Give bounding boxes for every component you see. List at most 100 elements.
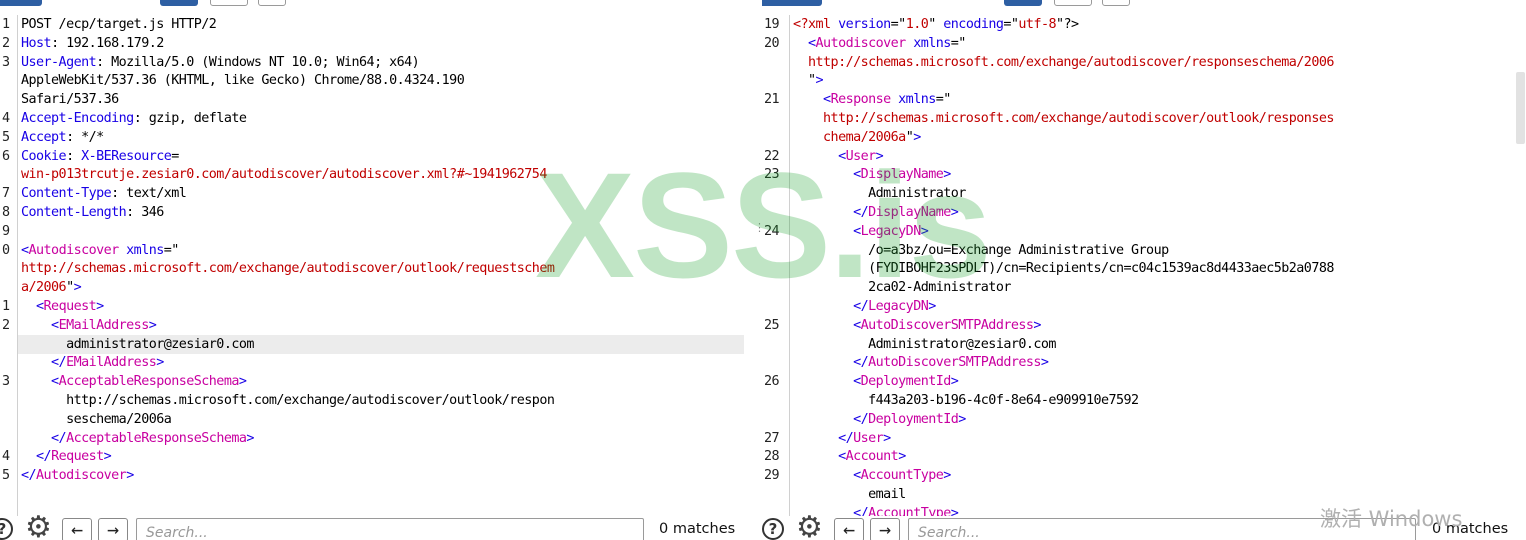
- code-text: 2ca02-Administrator: [793, 280, 1011, 296]
- code-line[interactable]: a/2006">: [0, 278, 744, 297]
- tab-pretty[interactable]: [0, 0, 42, 6]
- code-line[interactable]: (FYDIBOHF23SPDLT)/cn=Recipients/cn=c04c1…: [762, 259, 1526, 278]
- line-number: 5: [2, 468, 10, 484]
- code-line[interactable]: 4 Accept-Encoding: gzip, deflate: [0, 109, 744, 128]
- line-number: 2: [2, 317, 10, 333]
- code-line[interactable]: </EMailAddress>: [0, 353, 744, 372]
- code-text: administrator@zesiar0.com: [21, 336, 254, 352]
- line-number: 0: [2, 242, 10, 258]
- code-line[interactable]: 3 User-Agent: Mozilla/5.0 (Windows NT 10.…: [0, 53, 744, 72]
- code-line[interactable]: AppleWebKit/537.36 (KHTML, like Gecko) C…: [0, 71, 744, 90]
- code-line[interactable]: </AutoDiscoverSMTPAddress>: [762, 353, 1526, 372]
- code-text: <LegacyDN>: [793, 223, 929, 239]
- tab-hex[interactable]: [1054, 0, 1092, 6]
- code-line[interactable]: 19 <?xml version="1.0" encoding="utf-8"?>: [762, 15, 1526, 34]
- tab-raw[interactable]: [160, 0, 198, 6]
- code-line[interactable]: seschema/2006a: [0, 410, 744, 429]
- code-line[interactable]: 20 <Autodiscover xmlns=": [762, 34, 1526, 53]
- code-line[interactable]: 28 <Account>: [762, 447, 1526, 466]
- code-line[interactable]: 23 <DisplayName>: [762, 165, 1526, 184]
- request-search-input[interactable]: Search...: [136, 518, 644, 540]
- request-find-bar: ? ⚙ ← → Search... 0 matches: [0, 512, 744, 540]
- code-line[interactable]: 7 Content-Type: text/xml: [0, 184, 744, 203]
- code-line[interactable]: </LegacyDN>: [762, 297, 1526, 316]
- code-line[interactable]: http://schemas.microsoft.com/exchange/au…: [0, 259, 744, 278]
- line-number: 6: [2, 148, 10, 164]
- code-line[interactable]: 1 <Request>: [0, 297, 744, 316]
- code-line[interactable]: 0 <Autodiscover xmlns=": [0, 241, 744, 260]
- code-line[interactable]: </DeploymentId>: [762, 410, 1526, 429]
- code-text: </User>: [793, 430, 891, 446]
- code-line[interactable]: 1 POST /ecp/target.js HTTP/2: [0, 15, 744, 34]
- code-line[interactable]: chema/2006a">: [762, 128, 1526, 147]
- settings-icon[interactable]: ⚙: [25, 512, 52, 540]
- code-line[interactable]: http://schemas.microsoft.com/exchange/au…: [0, 391, 744, 410]
- code-line[interactable]: http://schemas.microsoft.com/exchange/au…: [762, 53, 1526, 72]
- request-match-count: 0 matches: [659, 521, 736, 537]
- code-text: Content-Length: 346: [21, 205, 164, 220]
- code-line[interactable]: 2 Host: 192.168.179.2: [0, 34, 744, 53]
- code-text: http://schemas.microsoft.com/exchange/au…: [793, 54, 1334, 70]
- request-editor[interactable]: 1 POST /ecp/target.js HTTP/2 2 Host: 192.16…: [0, 15, 744, 516]
- code-line[interactable]: 5 </Autodiscover>: [0, 466, 744, 485]
- code-line[interactable]: Safari/537.36: [0, 90, 744, 109]
- code-text: Accept: */*: [21, 129, 104, 145]
- code-line[interactable]: 3 <AcceptableResponseSchema>: [0, 372, 744, 391]
- code-line[interactable]: 26 <DeploymentId>: [762, 372, 1526, 391]
- code-line[interactable]: Administrator@zesiar0.com: [762, 335, 1526, 354]
- code-line[interactable]: win-p013trcutje.zesiar0.com/autodiscover…: [0, 165, 744, 184]
- code-line[interactable]: 6 Cookie: X-BEResource=: [0, 147, 744, 166]
- menu-button[interactable]: [1102, 0, 1130, 6]
- code-text: </EMailAddress>: [21, 355, 164, 371]
- help-icon[interactable]: ?: [762, 518, 788, 540]
- code-text: Host: 192.168.179.2: [21, 35, 164, 51]
- code-text: <AutoDiscoverSMTPAddress>: [793, 317, 1041, 333]
- code-line[interactable]: </DisplayName>: [762, 203, 1526, 222]
- code-line[interactable]: 5 Accept: */*: [0, 128, 744, 147]
- code-line[interactable]: /o=a3bz/ou=Exchange Administrative Group: [762, 241, 1526, 260]
- help-icon[interactable]: ?: [0, 518, 17, 540]
- code-line[interactable]: 29 <AccountType>: [762, 466, 1526, 485]
- code-line[interactable]: 25 <AutoDiscoverSMTPAddress>: [762, 316, 1526, 335]
- code-line[interactable]: 22 <User>: [762, 147, 1526, 166]
- code-line[interactable]: 2 <EMailAddress>: [0, 316, 744, 335]
- code-line[interactable]: 8 Content-Length: 346: [0, 203, 744, 222]
- arrow-right-icon[interactable]: →: [870, 518, 900, 540]
- code-text: http://schemas.microsoft.com/exchange/au…: [21, 393, 555, 408]
- code-text: <?xml version="1.0" encoding="utf-8"?>: [793, 17, 1079, 32]
- response-scrollbar[interactable]: [1516, 72, 1525, 144]
- code-line[interactable]: 24 <LegacyDN>: [762, 222, 1526, 241]
- tab-hex[interactable]: [210, 0, 248, 6]
- code-text: <Account>: [793, 449, 906, 465]
- menu-button[interactable]: [258, 0, 286, 6]
- code-text: </DisplayName>: [793, 205, 959, 220]
- code-text: /o=a3bz/ou=Exchange Administrative Group: [793, 242, 1169, 258]
- arrow-right-icon[interactable]: →: [98, 518, 128, 540]
- code-line[interactable]: 9: [0, 222, 744, 241]
- line-number: 26: [764, 374, 780, 390]
- pane-splitter[interactable]: [744, 0, 762, 540]
- tab-raw[interactable]: [1004, 0, 1042, 6]
- code-text: win-p013trcutje.zesiar0.com/autodiscover…: [21, 167, 547, 183]
- code-line[interactable]: 27 </User>: [762, 429, 1526, 448]
- request-pane: 1 POST /ecp/target.js HTTP/2 2 Host: 192.16…: [0, 0, 744, 540]
- code-line[interactable]: Administrator: [762, 184, 1526, 203]
- code-text: http://schemas.microsoft.com/exchange/au…: [21, 261, 555, 277]
- arrow-left-icon[interactable]: ←: [62, 518, 92, 540]
- line-number: 24: [764, 223, 780, 239]
- settings-icon[interactable]: ⚙: [796, 512, 823, 540]
- response-editor[interactable]: 19 <?xml version="1.0" encoding="utf-8"?>…: [762, 15, 1526, 521]
- code-line[interactable]: 2ca02-Administrator: [762, 278, 1526, 297]
- line-number: 5: [2, 129, 10, 145]
- code-line[interactable]: </AcceptableResponseSchema>: [0, 429, 744, 448]
- code-text: </AutoDiscoverSMTPAddress>: [793, 355, 1049, 371]
- code-line[interactable]: administrator@zesiar0.com: [18, 334, 744, 354]
- code-line[interactable]: 4 </Request>: [0, 447, 744, 466]
- code-line[interactable]: ">: [762, 71, 1526, 90]
- code-line[interactable]: email: [762, 485, 1526, 504]
- tab-pretty[interactable]: [762, 0, 822, 6]
- code-line[interactable]: http://schemas.microsoft.com/exchange/au…: [762, 109, 1526, 128]
- arrow-left-icon[interactable]: ←: [834, 518, 864, 540]
- code-line[interactable]: 21 <Response xmlns=": [762, 90, 1526, 109]
- code-line[interactable]: f443a203-b196-4c0f-8e64-e909910e7592: [762, 391, 1526, 410]
